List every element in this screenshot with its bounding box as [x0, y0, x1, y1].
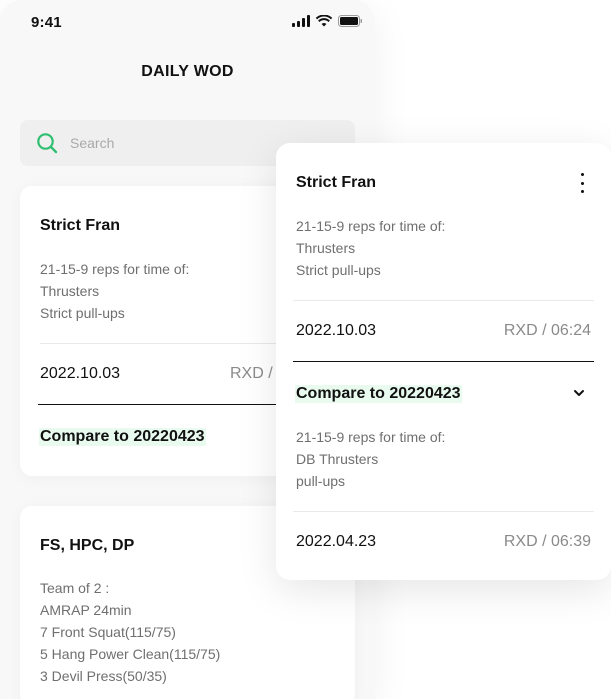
divider [293, 511, 594, 512]
page-title: DAILY WOD [141, 63, 234, 80]
expanded-wod-card[interactable]: Strict Fran 21-15-9 reps for time of: Th… [276, 143, 611, 580]
search-icon[interactable] [36, 132, 58, 154]
wod-description: 21-15-9 reps for time of: Thrusters Stri… [40, 258, 189, 324]
record-date: 2022.10.03 [40, 365, 121, 382]
description-line: Strict pull-ups [40, 305, 125, 321]
description-line: 21-15-9 reps for time of: [296, 429, 446, 445]
search-input[interactable]: Search [70, 135, 114, 151]
compare-description: 21-15-9 reps for time of: DB Thrusters p… [296, 426, 445, 492]
description-line: 21-15-9 reps for time of: [40, 261, 190, 277]
description-line: Thrusters [296, 240, 356, 256]
compare-toggle[interactable]: Compare to 20220423 [295, 385, 462, 403]
status-bar: 9:41 [0, 0, 375, 44]
description-line: 5 Hang Power Clean(115/75) [40, 646, 221, 662]
wod-description: Team of 2 : AMRAP 24min 7 Front Squat(11… [40, 577, 220, 687]
record-date: 2022.04.23 [296, 533, 377, 550]
divider [293, 300, 594, 301]
description-line: Strict pull-ups [296, 262, 381, 278]
record-result: RXD / 06:39 [503, 533, 591, 550]
description-line: 7 Front Squat(115/75) [40, 624, 176, 640]
status-time: 9:41 [31, 14, 62, 31]
chevron-down-icon[interactable] [573, 387, 585, 399]
wod-title: FS, HPC, DP [40, 537, 135, 554]
wifi-icon [316, 15, 332, 27]
description-line: 3 Devil Press(50/35) [40, 668, 167, 684]
wod-description: 21-15-9 reps for time of: Thrusters Stri… [296, 215, 445, 281]
wod-title: Strict Fran [40, 217, 121, 234]
status-icons [292, 15, 363, 27]
record-result: RXD / 06:24 [503, 322, 591, 339]
description-line: 21-15-9 reps for time of: [296, 218, 446, 234]
description-line: pull-ups [296, 473, 346, 489]
wod-title: Strict Fran [296, 174, 377, 191]
divider [293, 361, 594, 362]
description-line: Team of 2 : [40, 580, 110, 596]
more-vertical-icon[interactable] [579, 173, 585, 193]
description-line: DB Thrusters [296, 451, 379, 467]
battery-icon [338, 15, 362, 27]
record-date: 2022.10.03 [296, 322, 377, 339]
compare-toggle[interactable]: Compare to 20220423 [39, 428, 206, 446]
description-line: Thrusters [40, 283, 100, 299]
cellular-signal-icon [292, 15, 310, 27]
description-line: AMRAP 24min [40, 602, 132, 618]
